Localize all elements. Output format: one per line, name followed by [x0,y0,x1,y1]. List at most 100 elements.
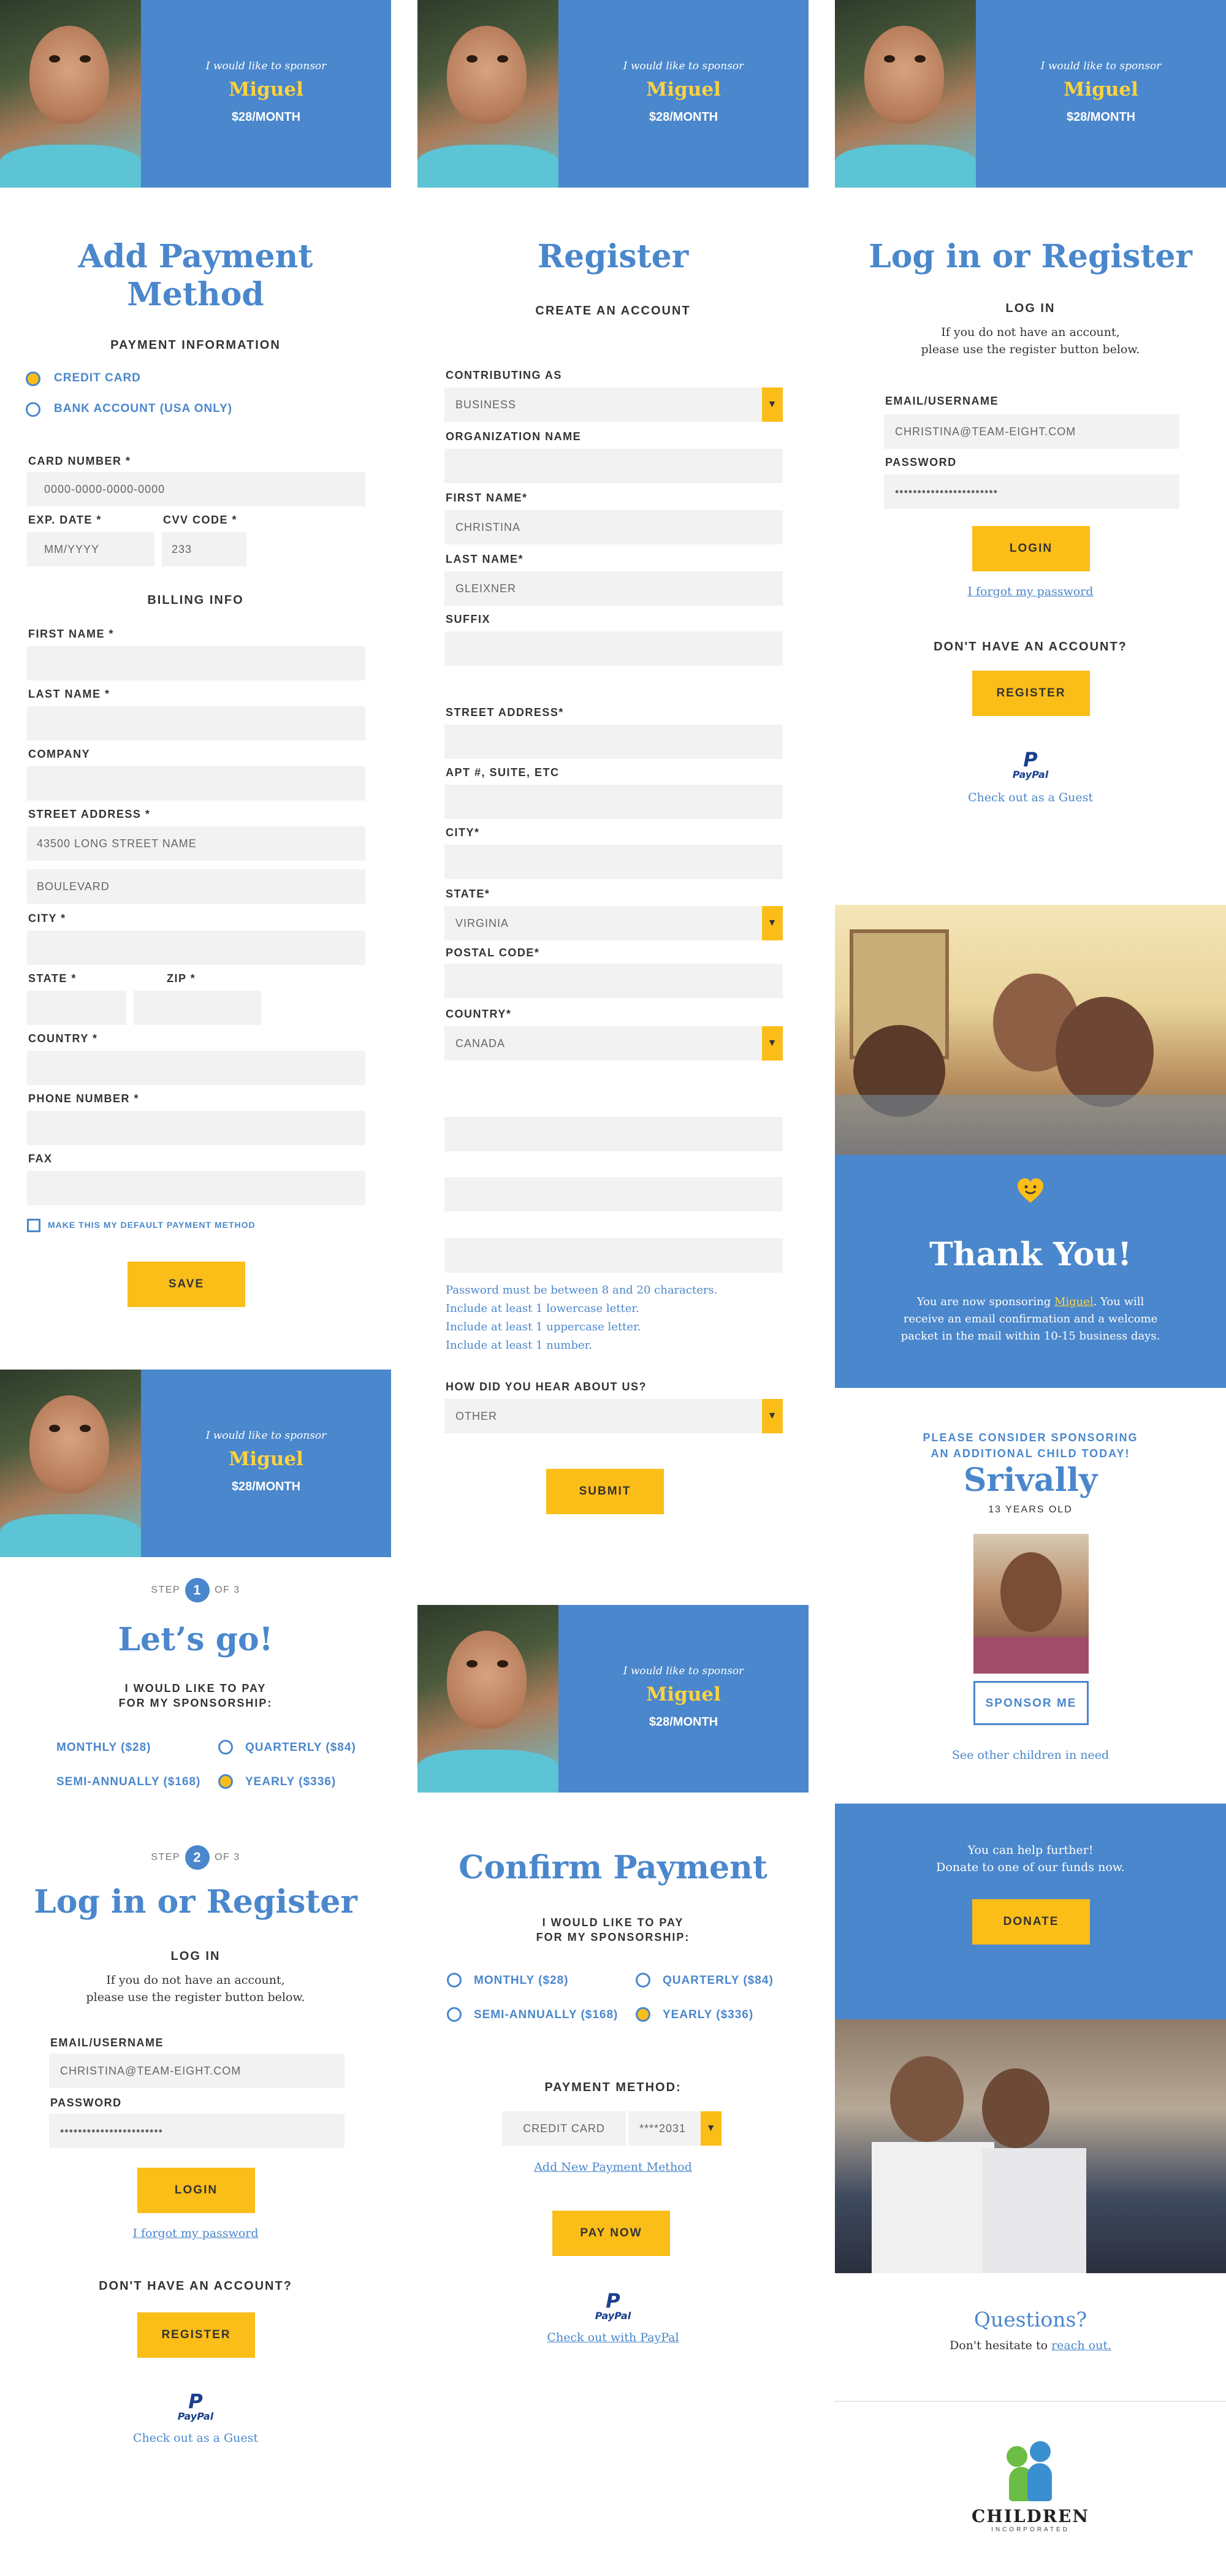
fax-input[interactable] [27,1171,365,1205]
login-button[interactable]: LOGIN [137,2168,255,2213]
password-input[interactable] [444,1177,783,1211]
guest-checkout-link[interactable]: Check out as a Guest [0,2431,391,2445]
page-title: Add Payment Method [78,238,313,313]
street-input[interactable]: 43500 LONG STREET NAME [27,826,365,861]
guest-checkout-link[interactable]: Check out as a Guest [835,791,1226,804]
label-credit-card: CREDIT CARD [54,372,141,384]
sponsor-pre: I would like to sponsor [205,1430,327,1442]
paypal-icon: P [606,2289,620,2312]
see-other-link[interactable]: See other children in need [835,1748,1226,1762]
default-checkbox[interactable] [27,1219,40,1232]
reach-out-link[interactable]: reach out. [1051,2339,1111,2352]
exp-date-label: EXP. DATE * [28,514,102,526]
paypal-logo[interactable]: P PayPal [417,2289,809,2322]
phone-input[interactable] [27,1111,365,1145]
label-monthly: MONTHLY ($28) [474,1974,569,1987]
thank-you-title: Thank You! [929,1236,1132,1273]
donate-button[interactable]: DONATE [972,1899,1090,1945]
password-hint: Password must be between 8 and 20 charac… [446,1284,718,1352]
radio-yearly[interactable] [636,2007,650,2022]
cvv-input[interactable]: 233 [162,532,246,566]
email-input[interactable]: CHRISTINA@TEAM-EIGHT.COM [49,2054,345,2088]
confirm-password-input[interactable] [444,1238,783,1273]
radio-quarterly[interactable] [218,1740,233,1755]
contrib-select[interactable]: BUSINESS ▼ [444,387,783,422]
last-name-input[interactable] [27,706,365,741]
last-name-input[interactable]: GLEIXNER [444,571,783,606]
label-semi-annually: SEMI-ANNUALLY ($168) [474,2008,619,2021]
country-input[interactable] [27,1051,365,1085]
city-label: CITY* [446,826,480,839]
child-photo [835,0,976,188]
street-input[interactable] [444,725,783,759]
radio-quarterly[interactable] [636,1973,650,1987]
default-label: MAKE THIS MY DEFAULT PAYMENT METHOD [48,1220,256,1230]
radio-semi-annually[interactable] [447,2007,462,2022]
forgot-password-link[interactable]: I forgot my password [835,585,1226,598]
exp-date-input[interactable]: MM/YYYY [27,532,154,566]
children-inc-logo-icon [1003,2441,1058,2502]
pay-now-button[interactable]: PAY NOW [552,2211,670,2256]
label-yearly: YEARLY ($336) [663,2008,754,2021]
confirm-title: Confirm Payment [459,1849,767,1886]
heart-smile-icon [1016,1177,1045,1205]
paypal-logo[interactable]: P PayPal [0,2390,391,2422]
street-label: STREET ADDRESS * [28,808,151,820]
last-name-label: LAST NAME* [446,553,524,565]
city-input[interactable] [27,931,365,965]
state-label: STATE * [28,972,77,985]
payment-method-select[interactable]: CREDIT CARD [502,2111,626,2146]
radio-yearly[interactable] [218,1774,233,1789]
register-title: Register [537,238,689,275]
sponsor-amount: $28/MONTH [231,110,301,124]
apt-input[interactable] [444,785,783,819]
state-input[interactable] [27,991,126,1025]
password-input[interactable]: ••••••••••••••••••••••• [49,2114,345,2148]
step-indicator-1: STEP 1 OF 3 [0,1578,391,1602]
login-button[interactable]: LOGIN [972,526,1090,571]
email-input[interactable]: CHRISTINA@TEAM-EIGHT.COM [884,414,1179,449]
radio-bank-account[interactable] [26,402,40,417]
org-input[interactable] [444,449,783,483]
forgot-password-link[interactable]: I forgot my password [0,2227,391,2240]
password-input[interactable]: ••••••••••••••••••••••• [884,474,1179,509]
add-payment-link[interactable]: Add New Payment Method [417,2160,809,2174]
apt-label: APT #, SUITE, ETC [446,766,560,779]
register-button[interactable]: REGISTER [972,671,1090,716]
label-yearly: YEARLY ($336) [245,1775,337,1788]
username-input[interactable] [444,1117,783,1151]
zip-input[interactable] [134,991,261,1025]
sponsored-child-link[interactable]: Miguel [1054,1295,1094,1308]
paypal-logo[interactable]: P PayPal [835,750,1226,780]
zip-label: ZIP * [167,972,196,985]
login-desc: If you do not have an account, please us… [921,326,1140,356]
first-name-input[interactable] [27,646,365,680]
register-button[interactable]: REGISTER [137,2312,255,2358]
country-select[interactable]: CANADA ▼ [444,1026,783,1061]
sponsor-me-button[interactable]: SPONSOR ME [973,1681,1089,1725]
card-number-input[interactable]: 0000-0000-0000-0000 [27,472,365,506]
first-name-input[interactable]: CHRISTINA [444,510,783,544]
postal-input[interactable] [444,964,783,998]
pay-label: I WOULD LIKE TO PAY FOR MY SPONSORSHIP: [118,1682,273,1709]
email-label: EMAIL/USERNAME [885,395,999,407]
payment-method-label: PAYMENT METHOD: [544,2081,682,2094]
city-input[interactable] [444,845,783,879]
suffix-input[interactable] [444,631,783,666]
radio-monthly[interactable] [447,1973,462,1987]
contact-text: Don't hesitate to reach out. [949,2339,1112,2352]
fax-label: FAX [28,1153,53,1165]
hear-select[interactable]: OTHER ▼ [444,1399,783,1433]
save-button[interactable]: SAVE [128,1262,245,1307]
street2-input[interactable]: BOULEVARD [27,869,365,904]
label-quarterly: QUARTERLY ($84) [245,1741,356,1754]
submit-button[interactable]: SUBMIT [546,1469,664,1514]
paypal-icon: P [188,2390,203,2413]
paypal-checkout-link[interactable]: Check out with PayPal [417,2331,809,2344]
card-select[interactable]: ****2031 ▼ [628,2111,722,2146]
company-input[interactable] [27,766,365,801]
no-account-heading: DON'T HAVE AN ACCOUNT? [99,2279,292,2293]
child-photo [417,0,558,188]
state-select[interactable]: VIRGINIA ▼ [444,906,783,940]
radio-credit-card[interactable] [26,372,40,386]
